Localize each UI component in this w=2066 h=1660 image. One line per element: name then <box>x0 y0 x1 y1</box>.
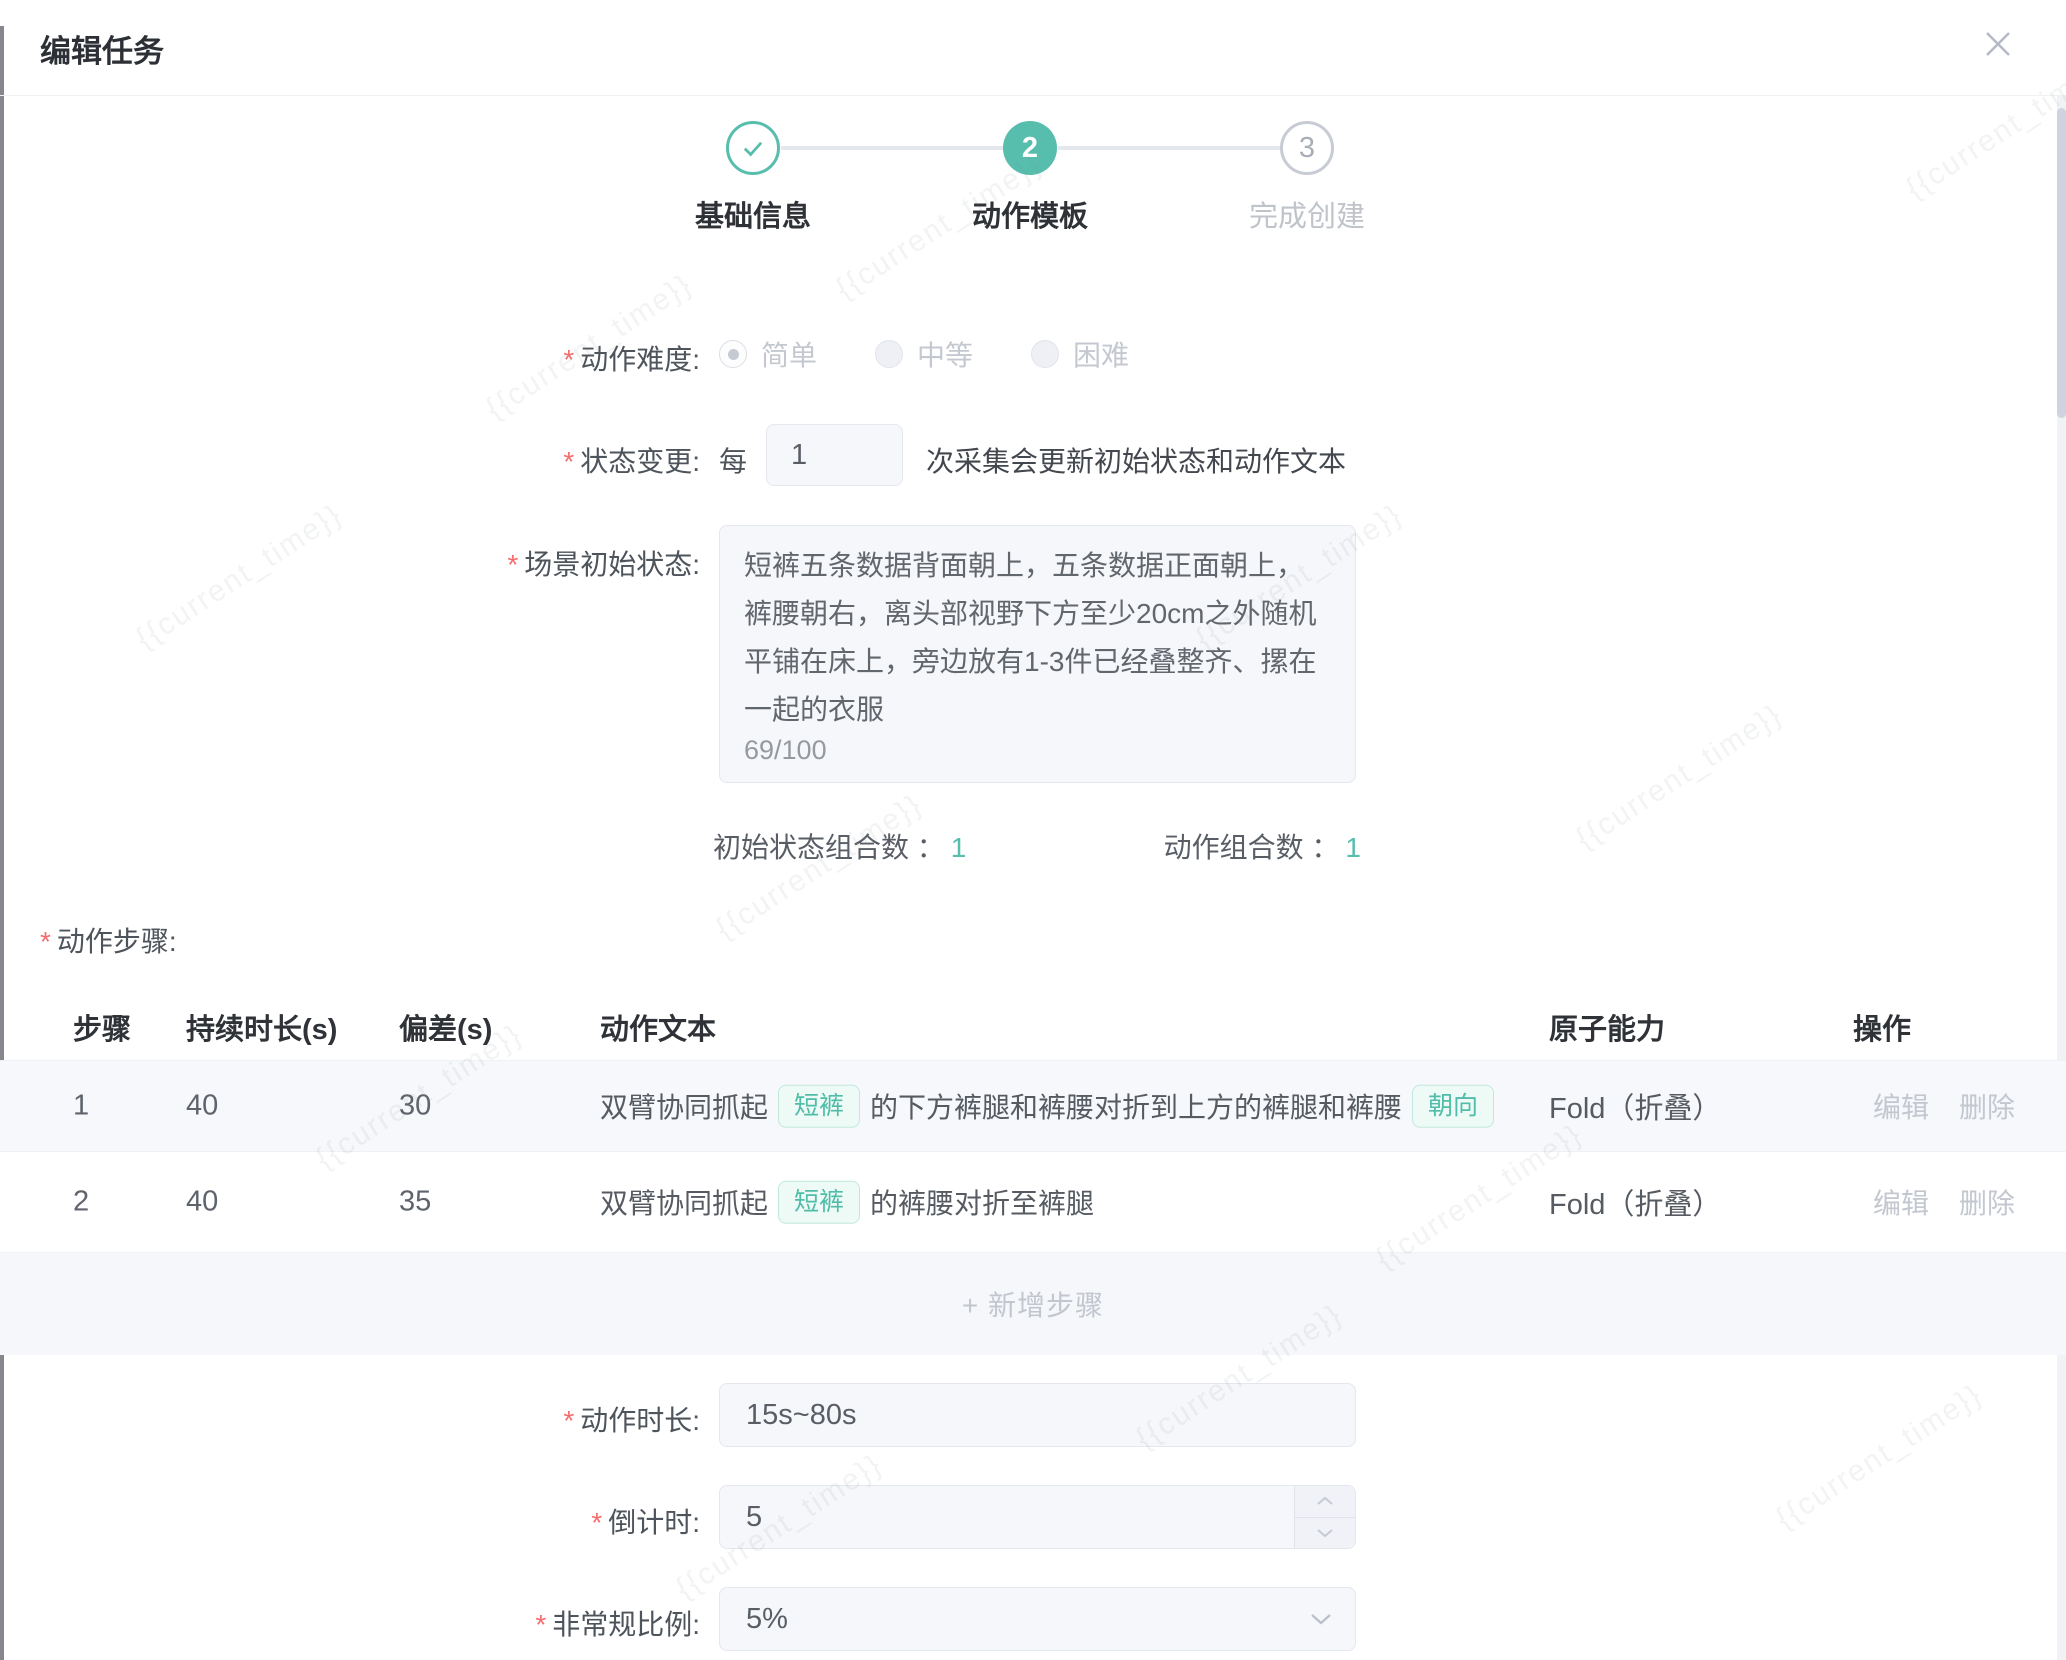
dialog-title: 编辑任务 <box>40 26 164 71</box>
action-combo-value: 1 <box>1345 832 1361 863</box>
close-icon[interactable] <box>1980 26 2016 62</box>
initial-state-text: 短裤五条数据背面朝上，五条数据正面朝上，裤腰朝右，离头部视野下方至少20cm之外… <box>744 542 1331 734</box>
action-combo: 动作组合数 ：1 <box>1164 826 1361 866</box>
edit-task-dialog: {{current_time}}{{current_time}}{{curren… <box>0 0 2066 1660</box>
delete-link[interactable]: 删除 <box>1959 1182 2015 1222</box>
add-step-band: + 新增步骤 <box>0 1253 2066 1355</box>
initial-combo-value: 1 <box>951 832 967 863</box>
check-icon <box>739 134 767 162</box>
table-row: 2 40 35 双臂协同抓起 短裤 的裤腰对折至裤腿 Fold（折叠） 编辑 删… <box>0 1152 2066 1253</box>
radio-medium[interactable]: 中等 <box>875 334 973 374</box>
edit-link[interactable]: 编辑 <box>1873 1086 1929 1126</box>
radio-circle[interactable] <box>1031 340 1059 368</box>
radio-easy[interactable]: 简单 <box>719 334 817 374</box>
difficulty-radio-group: 简单 中等 困难 <box>719 334 1129 374</box>
add-step-button[interactable]: + 新增步骤 <box>962 1284 1104 1324</box>
spinner-down-button[interactable] <box>1295 1518 1355 1549</box>
step-3-label: 完成创建 <box>1207 193 1407 235</box>
header-divider <box>0 95 2066 96</box>
action-steps-label: *动作步骤: <box>40 920 177 960</box>
row-actions: 编辑 删除 <box>1873 1182 2015 1222</box>
unusual-ratio-label: *非常规比例: <box>0 1603 700 1643</box>
object-tag: 短裤 <box>778 1085 860 1128</box>
step-connector <box>1058 146 1280 150</box>
orientation-tag: 朝向 <box>1412 1085 1494 1128</box>
difficulty-label: *动作难度: <box>0 338 700 378</box>
delete-link[interactable]: 删除 <box>1959 1086 2015 1126</box>
row-actions: 编辑 删除 <box>1873 1086 2015 1126</box>
char-counter: 69/100 <box>744 735 827 766</box>
radio-circle[interactable] <box>875 340 903 368</box>
radio-circle-selected[interactable] <box>719 340 747 368</box>
step-connector <box>781 146 1003 150</box>
required-asterisk: * <box>563 344 574 375</box>
scrollbar-thumb[interactable] <box>2057 108 2066 418</box>
combination-counts: 初始状态组合数 ：1 动作组合数 ：1 <box>713 826 1361 866</box>
countdown-label: *倒计时: <box>0 1501 700 1541</box>
step-3-circle: 3 <box>1280 121 1334 175</box>
spinner-up-button[interactable] <box>1295 1486 1355 1518</box>
step-2-label: 动作模板 <box>930 193 1130 235</box>
chevron-down-icon <box>1316 1528 1334 1538</box>
state-change-label: *状态变更: <box>0 440 700 480</box>
state-change-input[interactable]: 1 <box>766 424 903 486</box>
number-spinner <box>1294 1486 1355 1548</box>
steps-table-header: 步骤 持续时长(s) 偏差(s) 动作文本 原子能力 操作 <box>0 998 2066 1058</box>
action-text: 双臂协同抓起 短裤 的下方裤腿和裤腰对折到上方的裤腿和裤腰 朝向 <box>600 1085 1504 1128</box>
chevron-up-icon <box>1316 1496 1334 1506</box>
initial-state-label: *场景初始状态: <box>0 543 700 583</box>
action-text: 双臂协同抓起 短裤 的裤腰对折至裤腿 <box>600 1181 1094 1224</box>
atomic-ability: Fold（折叠） <box>1549 1085 1721 1127</box>
radio-hard[interactable]: 困难 <box>1031 334 1129 374</box>
atomic-ability: Fold（折叠） <box>1549 1181 1721 1223</box>
step-1-done-circle <box>726 121 780 175</box>
object-tag: 短裤 <box>778 1181 860 1224</box>
action-duration-label: *动作时长: <box>0 1399 700 1439</box>
chevron-down-icon <box>1309 1612 1333 1626</box>
countdown-input[interactable]: 5 <box>719 1485 1356 1549</box>
action-duration-input[interactable]: 15s~80s <box>719 1383 1356 1447</box>
step-1-label: 基础信息 <box>653 193 853 235</box>
table-row: 1 40 30 双臂协同抓起 短裤 的下方裤腿和裤腰对折到上方的裤腿和裤腰 朝向… <box>0 1060 2066 1152</box>
state-change-suffix: 次采集会更新初始状态和动作文本 <box>926 440 1346 480</box>
unusual-ratio-select[interactable]: 5% <box>719 1587 1356 1651</box>
initial-combo: 初始状态组合数 ：1 <box>713 826 966 866</box>
step-2-circle: 2 <box>1003 121 1057 175</box>
initial-state-textarea[interactable]: 短裤五条数据背面朝上，五条数据正面朝上，裤腰朝右，离头部视野下方至少20cm之外… <box>719 525 1356 783</box>
edit-link[interactable]: 编辑 <box>1873 1182 1929 1222</box>
state-change-prefix: 每 <box>719 440 747 480</box>
